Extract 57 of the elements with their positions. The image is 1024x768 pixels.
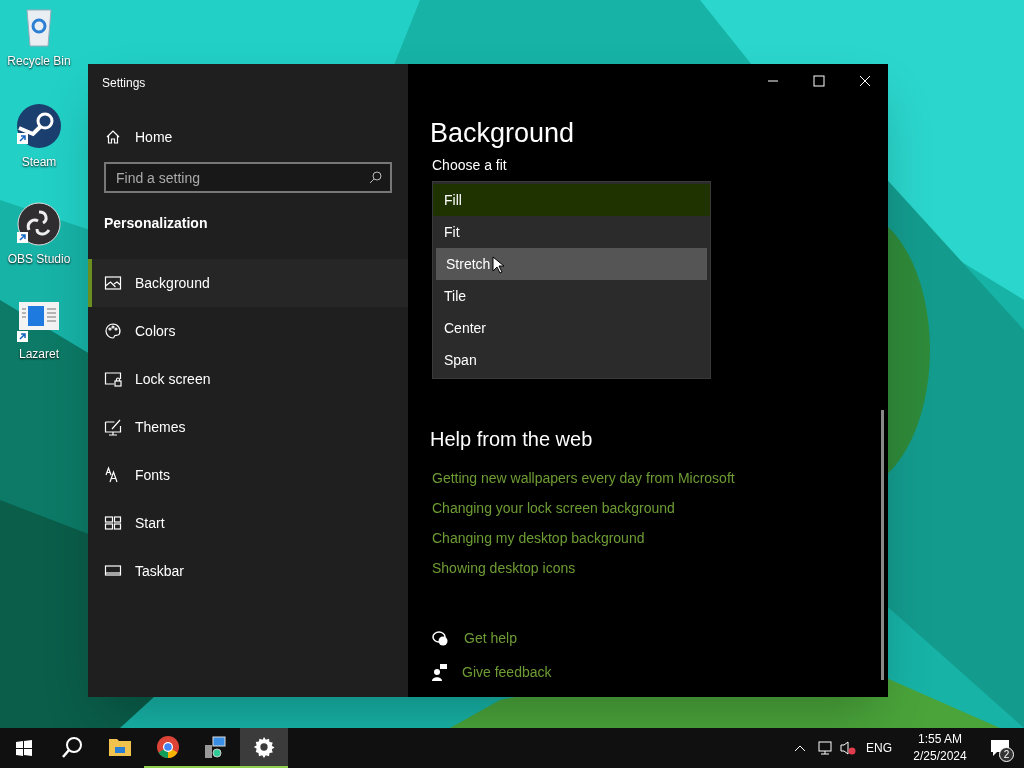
help-link[interactable]: Changing your lock screen background [432, 498, 675, 519]
dropdown-option[interactable]: Center [433, 312, 710, 344]
language-indicator[interactable]: ENG [866, 739, 892, 757]
action-link[interactable]: Give feedback [462, 662, 552, 683]
chat-question-icon [432, 630, 449, 647]
search-field[interactable]: Find a setting [104, 162, 392, 193]
folder-icon[interactable] [108, 737, 132, 757]
clock[interactable]: 1:55 AM 2/25/2024 [904, 731, 976, 765]
palette-icon [104, 322, 122, 340]
shortcut-arrow-icon [17, 232, 28, 243]
help-link[interactable]: Showing desktop icons [432, 558, 576, 579]
windows-logo-icon [16, 740, 32, 756]
steam-icon[interactable] [16, 103, 62, 149]
window-title: Settings [101, 75, 147, 92]
section-heading: Help from the web [430, 427, 594, 452]
help-link[interactable]: Changing my desktop background [432, 528, 645, 549]
nav-item[interactable]: Start [88, 499, 408, 547]
taskbar-button[interactable] [240, 728, 288, 768]
nav-item[interactable]: Colors [88, 307, 408, 355]
dropdown-option[interactable]: Span [433, 344, 710, 376]
dropdown-option[interactable]: Stretch [436, 248, 707, 280]
section-heading: Personalization [103, 214, 209, 233]
computer-box-icon[interactable] [204, 735, 228, 759]
chevron-up-icon[interactable] [794, 744, 806, 752]
desktop-shortcut[interactable]: Lazaret [1, 297, 77, 396]
network-icon[interactable] [816, 741, 832, 755]
search-icon[interactable] [60, 735, 84, 759]
scrollbar-thumb[interactable] [881, 410, 884, 680]
dropdown-option[interactable]: Tile [433, 280, 710, 312]
obs-icon[interactable] [17, 202, 61, 246]
picture-icon [104, 274, 122, 292]
tiles-icon [104, 514, 122, 532]
search-icon[interactable] [369, 171, 382, 184]
page-title: Background [430, 117, 576, 150]
field-label: Choose a fit [432, 156, 508, 175]
person-speech-icon [432, 664, 447, 681]
home-icon [105, 129, 121, 145]
nav-item[interactable]: Lock screen [88, 355, 408, 403]
gear-icon[interactable] [253, 736, 275, 758]
browser-icon[interactable] [156, 735, 180, 759]
action-link[interactable]: Get help [464, 628, 517, 649]
nav-item[interactable]: Background [88, 259, 408, 307]
dropdown-option[interactable]: Fill [433, 184, 710, 216]
desktop-icon-label[interactable]: Lazaret [19, 345, 59, 363]
shortcut-arrow-icon [17, 331, 28, 342]
nav-item[interactable]: Taskbar [88, 547, 408, 595]
brush-monitor-icon [104, 418, 122, 436]
notification-count: 2 [999, 747, 1014, 762]
nav-item[interactable]: Themes [88, 403, 408, 451]
shortcut-arrow-icon [17, 133, 28, 144]
dropdown-option[interactable]: Fit [433, 216, 710, 248]
nav-item[interactable]: Fonts [88, 451, 408, 499]
help-link[interactable]: Getting new wallpapers every day from Microsoft [432, 468, 735, 489]
lock-screen-icon [104, 370, 122, 388]
home-item[interactable]: Home [88, 116, 408, 158]
mouse-cursor-icon [492, 256, 504, 274]
muted-speaker-icon[interactable] [840, 741, 856, 755]
